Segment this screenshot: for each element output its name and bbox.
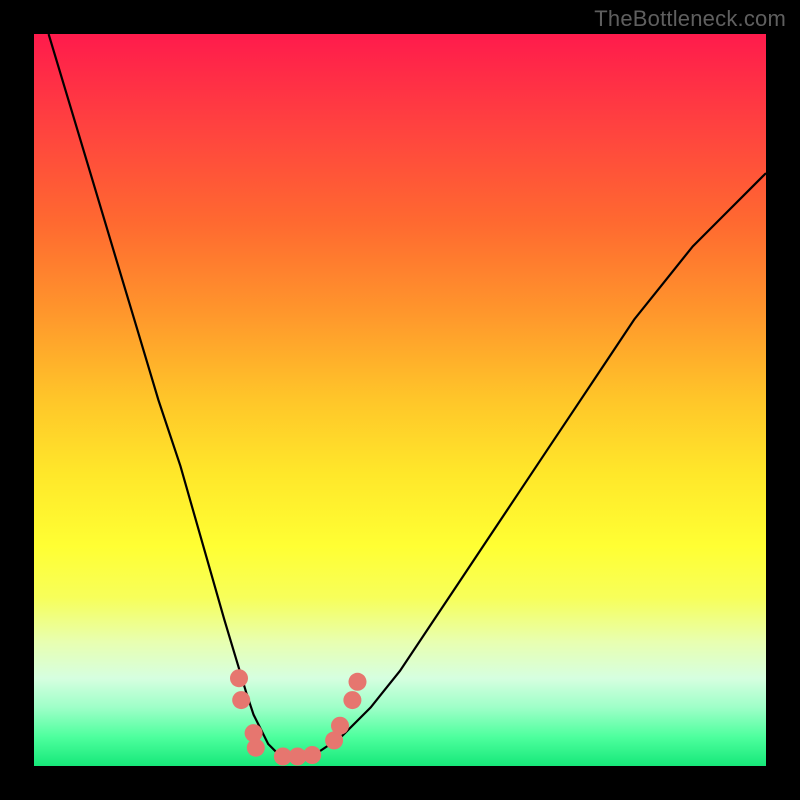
chart-lump	[230, 669, 248, 687]
chart-lump	[247, 739, 265, 757]
chart-svg	[34, 34, 766, 766]
chart-lump	[349, 673, 367, 691]
chart-lump	[343, 691, 361, 709]
chart-lump	[331, 717, 349, 735]
chart-lumps	[230, 669, 367, 765]
chart-plot-area	[34, 34, 766, 766]
chart-frame: TheBottleneck.com	[0, 0, 800, 800]
chart-lump	[303, 746, 321, 764]
watermark-text: TheBottleneck.com	[594, 6, 786, 32]
chart-lump	[232, 691, 250, 709]
chart-curve	[49, 34, 766, 757]
